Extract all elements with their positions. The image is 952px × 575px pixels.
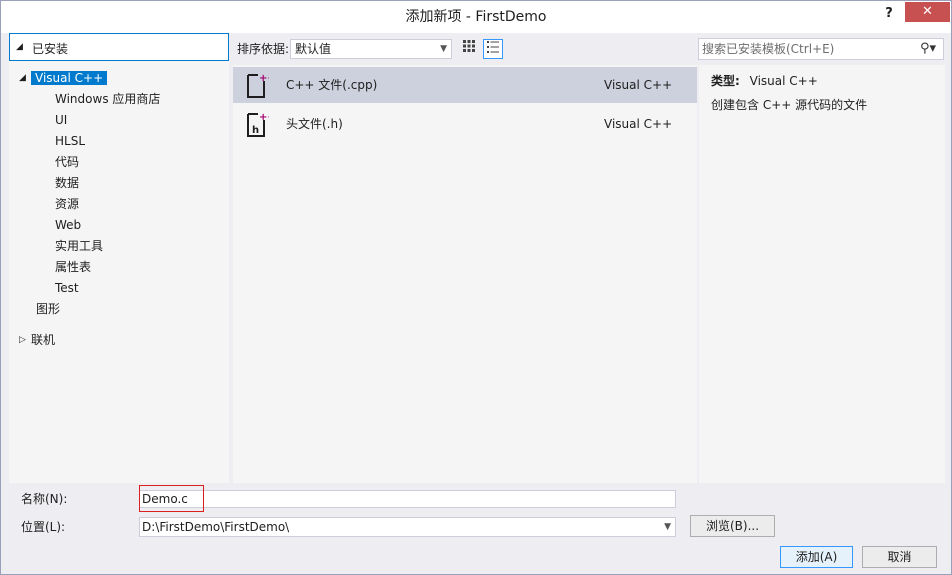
location-label: 位置(L): (21, 520, 66, 534)
cancel-button[interactable]: 取消 (862, 546, 937, 568)
details-type: 类型: Visual C++ (711, 73, 818, 89)
header-file-icon: h ++ (247, 112, 269, 137)
help-button[interactable]: ? (875, 3, 903, 25)
expanded-arrow-icon: ◢ (16, 42, 23, 52)
dialog-window: 添加新项 - FirstDemo ? ✕ ◢ 已安装 ◢ Visual C++ … (0, 0, 952, 575)
collapsed-arrow-icon[interactable]: ▷ (19, 330, 26, 350)
details-description: 创建包含 C++ 源代码的文件 (711, 98, 868, 112)
list-view-icon (487, 41, 499, 53)
tree-item-property-sheet[interactable]: 属性表 (55, 257, 91, 277)
browse-button[interactable]: 浏览(B)... (690, 515, 775, 537)
name-label: 名称(N): (21, 492, 68, 506)
tree-item-test[interactable]: Test (55, 278, 79, 298)
template-type: Visual C++ (604, 78, 673, 92)
template-name: 头文件(.h) (286, 117, 343, 131)
template-item-cpp[interactable]: ++ C++ 文件(.cpp) Visual C++ (233, 67, 697, 103)
details-type-label: 类型: (711, 74, 740, 88)
template-list: ++ C++ 文件(.cpp) Visual C++ h ++ 头文件(.h) … (233, 65, 697, 483)
svg-text:++: ++ (259, 73, 269, 84)
location-field[interactable]: D:\FirstDemo\FirstDemo\ ▼ (139, 517, 676, 537)
tree-item-graphics[interactable]: 图形 (36, 299, 60, 319)
tree-item-data[interactable]: 数据 (55, 173, 79, 193)
window-title: 添加新项 - FirstDemo (405, 9, 547, 25)
search-icon[interactable]: ⚲▾ (913, 40, 943, 58)
close-button[interactable]: ✕ (905, 2, 950, 22)
name-input[interactable] (142, 491, 662, 507)
installed-header[interactable]: ◢ 已安装 (9, 33, 229, 61)
tree-item-hlsl[interactable]: HLSL (55, 131, 85, 151)
tree-item-ui[interactable]: UI (55, 110, 67, 130)
title-bar: 添加新项 - FirstDemo ? ✕ (1, 1, 951, 33)
svg-text:++: ++ (259, 112, 269, 123)
add-button[interactable]: 添加(A) (780, 546, 853, 568)
search-input[interactable] (702, 40, 902, 58)
details-panel: 类型: Visual C++ 创建包含 C++ 源代码的文件 (699, 65, 945, 483)
location-value: D:\FirstDemo\FirstDemo\ (142, 520, 290, 534)
sort-select-value: 默认值 (295, 42, 332, 56)
category-tree: ◢ Visual C++ Windows 应用商店 UI HLSL 代码 数据 … (9, 61, 229, 483)
tree-item-online[interactable]: 联机 (31, 330, 55, 350)
template-name: C++ 文件(.cpp) (286, 78, 378, 92)
chevron-down-icon: ▼ (440, 44, 447, 54)
name-field (139, 490, 676, 508)
installed-header-label: 已安装 (32, 42, 69, 56)
grid-view-icon (463, 40, 475, 52)
template-item-header[interactable]: h ++ 头文件(.h) Visual C++ (233, 106, 697, 142)
details-type-value: Visual C++ (749, 74, 818, 88)
tree-item-utility[interactable]: 实用工具 (55, 236, 103, 256)
tree-item-visual-cpp[interactable]: Visual C++ (31, 68, 108, 88)
svg-text:h: h (252, 125, 259, 136)
tree-item-web[interactable]: Web (55, 215, 81, 235)
tree-item-resource[interactable]: 资源 (55, 194, 79, 214)
search-box: ⚲▾ (698, 38, 944, 60)
cpp-file-icon: ++ (247, 73, 269, 98)
chevron-down-icon[interactable]: ▼ (664, 519, 671, 535)
template-type: Visual C++ (604, 117, 673, 131)
sort-label: 排序依据: (237, 42, 290, 56)
tree-item-windows-store[interactable]: Windows 应用商店 (55, 89, 160, 109)
sort-select[interactable]: 默认值 ▼ (290, 39, 452, 59)
tree-item-code[interactable]: 代码 (55, 152, 79, 172)
details-view-button[interactable] (483, 39, 503, 59)
close-icon: ✕ (922, 4, 933, 19)
expanded-arrow-icon[interactable]: ◢ (19, 68, 26, 88)
small-icons-view-button[interactable] (459, 39, 479, 59)
